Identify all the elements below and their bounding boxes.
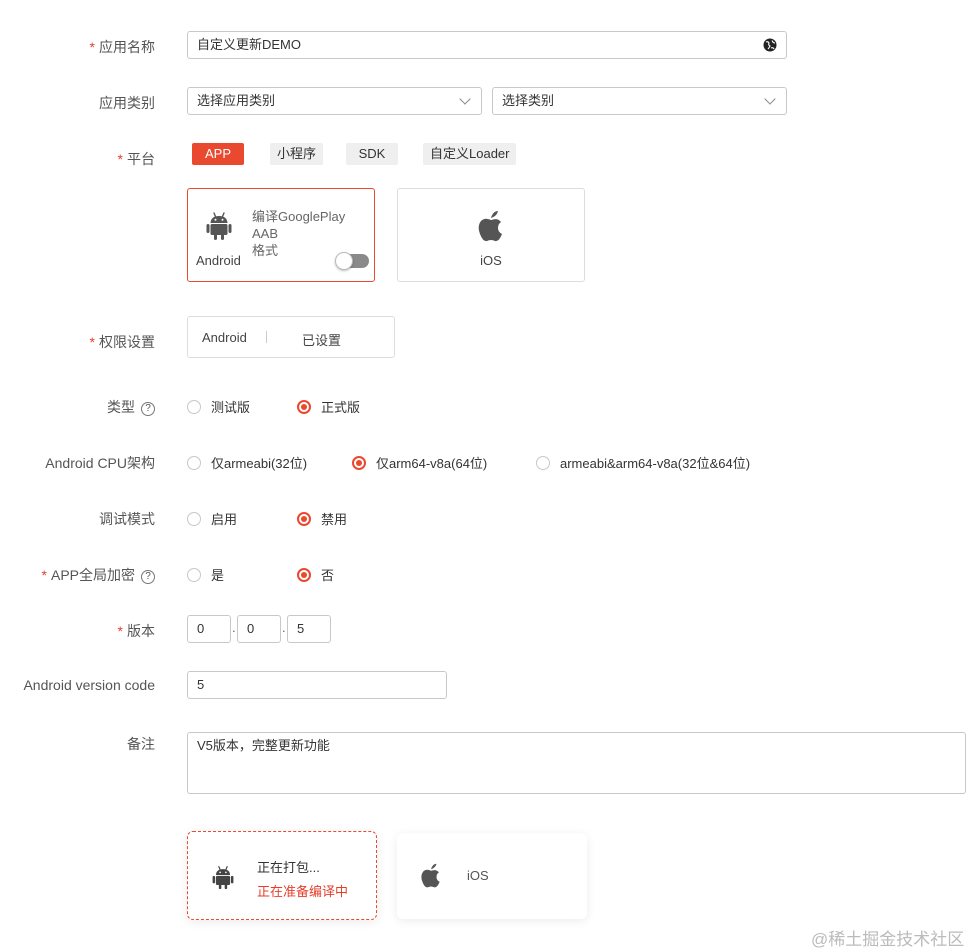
app-category-value: 选择应用类别 — [197, 93, 276, 108]
radio-label: 禁用 — [321, 512, 348, 527]
radio-label: 仅arm64-v8a(64位) — [376, 456, 488, 471]
android-icon — [212, 866, 234, 890]
android-card-label: Android — [196, 253, 241, 268]
radio-circle — [187, 567, 201, 582]
toggle-knob — [335, 252, 353, 270]
version-patch-input[interactable]: 5 — [287, 615, 331, 643]
radio-circle-selected — [297, 567, 311, 582]
sub-category-value: 选择类别 — [502, 93, 555, 108]
remark-label: 备注 — [127, 736, 155, 752]
app-name-label: * 应用名称 — [89, 39, 155, 55]
radio-circle-selected — [297, 511, 311, 526]
radio-label: 否 — [321, 568, 335, 583]
category-label: 应用类别 — [99, 95, 155, 111]
encrypt-radio-no[interactable]: 否 — [297, 565, 334, 584]
android-build-card[interactable]: 正在打包... 正在准备编译中 — [187, 831, 377, 920]
radio-circle — [187, 511, 201, 526]
app-name-input[interactable]: 自定义更新DEMO — [187, 31, 787, 59]
radio-label: 是 — [211, 568, 225, 583]
apple-icon — [478, 211, 502, 242]
debug-radio-enable[interactable]: 启用 — [187, 509, 237, 528]
cpu-label: Android CPU架构 — [45, 455, 155, 471]
tag-mini-program[interactable]: 小程序 — [270, 143, 324, 165]
help-icon[interactable]: ? — [141, 402, 155, 416]
radio-label: 启用 — [211, 512, 238, 527]
required-star: * — [89, 334, 95, 350]
aab-toggle[interactable] — [335, 252, 369, 270]
app-category-select[interactable]: 选择应用类别 — [187, 87, 482, 115]
version-label: * 版本 — [117, 623, 155, 639]
radio-label: armeabi&arm64-v8a(32位&64位) — [560, 456, 751, 471]
ios-build-card[interactable]: iOS — [397, 833, 587, 919]
required-star: * — [89, 39, 95, 55]
permission-card[interactable]: Android 已设置 — [187, 316, 395, 358]
required-star: * — [117, 151, 123, 167]
ios-build-label: iOS — [467, 868, 489, 883]
permission-label: * 权限设置 — [89, 334, 155, 350]
ios-card-label: iOS — [480, 253, 502, 268]
debug-radio-disable[interactable]: 禁用 — [297, 509, 347, 528]
version-separator: . — [232, 620, 236, 635]
tag-sdk[interactable]: SDK — [346, 143, 398, 165]
cpu-radio-armeabi[interactable]: 仅armeabi(32位) — [187, 453, 307, 472]
android-icon — [206, 212, 232, 240]
build-status-text: 正在打包... — [257, 860, 320, 875]
chevron-down-icon — [764, 93, 776, 105]
ios-platform-card[interactable]: iOS — [397, 188, 585, 282]
radio-label: 仅armeabi(32位) — [211, 456, 308, 471]
radio-circle — [187, 399, 201, 414]
radio-circle — [536, 455, 550, 470]
version-minor-input[interactable]: 0 — [237, 615, 281, 643]
type-radio-release[interactable]: 正式版 — [297, 397, 360, 416]
radio-label: 正式版 — [321, 400, 361, 415]
aab-description: 编译GooglePlay AAB 格式 — [252, 209, 346, 258]
required-star: * — [41, 567, 47, 583]
permission-status: 已设置 — [302, 333, 342, 348]
radio-circle — [187, 455, 201, 470]
cpu-radio-arm64[interactable]: 仅arm64-v8a(64位) — [352, 453, 487, 472]
type-radio-test[interactable]: 测试版 — [187, 397, 250, 416]
tag-custom-loader[interactable]: 自定义Loader — [423, 143, 517, 165]
required-star: * — [117, 623, 123, 639]
version-code-input[interactable]: 5 — [187, 671, 447, 699]
android-platform-card[interactable]: Android 编译GooglePlay AAB 格式 — [187, 188, 375, 282]
version-separator: . — [282, 620, 286, 635]
platform-label: * 平台 — [117, 151, 155, 167]
watermark: @稀土掘金技术社区 — [811, 930, 965, 949]
version-code-label: Android version code — [23, 677, 155, 693]
radio-label: 测试版 — [211, 400, 251, 415]
cpu-radio-both[interactable]: armeabi&arm64-v8a(32位&64位) — [536, 453, 750, 472]
app-name-value: 自定义更新DEMO — [197, 37, 302, 52]
radio-circle-selected — [297, 399, 311, 414]
remark-textarea[interactable]: V5版本，完整更新功能 — [187, 732, 966, 794]
encrypt-label: * APP全局加密? — [42, 565, 155, 585]
tag-app[interactable]: APP — [192, 143, 244, 165]
globe-icon[interactable] — [763, 38, 777, 52]
apple-icon — [421, 863, 440, 888]
chevron-down-icon — [459, 93, 471, 105]
permission-platform: Android — [202, 330, 247, 345]
version-major-input[interactable]: 0 — [187, 615, 231, 643]
debug-label: 调试模式 — [99, 511, 155, 527]
encrypt-radio-yes[interactable]: 是 — [187, 565, 224, 584]
type-label: 类型? — [107, 397, 155, 417]
sub-category-select[interactable]: 选择类别 — [492, 87, 787, 115]
divider — [266, 331, 267, 343]
build-status-detail: 正在准备编译中 — [257, 884, 349, 899]
radio-circle-selected — [352, 455, 366, 470]
help-icon[interactable]: ? — [141, 570, 155, 584]
